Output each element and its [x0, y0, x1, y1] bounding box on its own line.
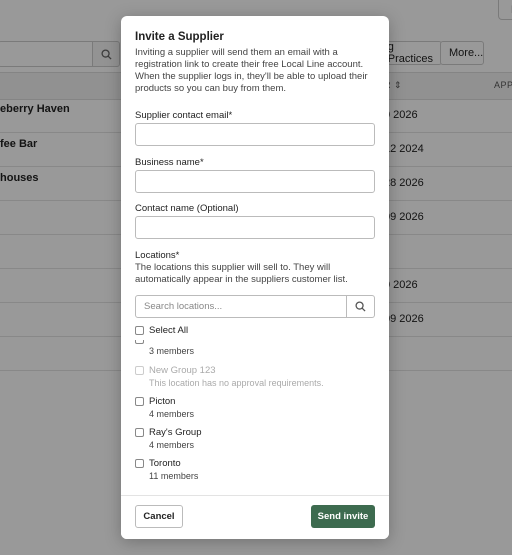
search-icon	[355, 301, 366, 312]
modal-title: Invite a Supplier	[135, 31, 224, 43]
cancel-button[interactable]: Cancel	[135, 505, 183, 528]
location-search-button[interactable]	[347, 295, 375, 318]
location-members: 3 members	[149, 346, 195, 356]
send-invite-button[interactable]: Send invite	[311, 505, 375, 528]
location-name: New Group 123	[149, 365, 216, 376]
modal-footer: Cancel Send invite	[121, 495, 389, 539]
select-all-checkbox[interactable]	[135, 326, 144, 335]
email-field[interactable]	[135, 123, 375, 146]
location-checkbox[interactable]	[135, 428, 144, 437]
location-checkbox-disabled	[135, 366, 144, 375]
select-all-label: Select All	[149, 325, 189, 336]
locations-label: Locations*	[135, 250, 180, 261]
location-members: 4 members	[149, 440, 195, 450]
location-checkbox[interactable]	[135, 340, 144, 344]
location-members: 11 members	[149, 471, 199, 481]
location-note: This location has no approval requiremen…	[149, 378, 324, 388]
business-name-field[interactable]	[135, 170, 375, 193]
contact-name-label: Contact name (Optional)	[135, 203, 239, 214]
location-checkbox[interactable]	[135, 459, 144, 468]
modal-intro-text: Inviting a supplier will send them an em…	[135, 47, 368, 94]
location-checkbox[interactable]	[135, 397, 144, 406]
location-members: 4 members	[149, 409, 195, 419]
location-name: Ray's Group	[149, 427, 202, 438]
modal-body: Invite a Supplier Inviting a supplier wi…	[121, 16, 389, 496]
location-name: Toronto	[149, 458, 181, 469]
location-search-input[interactable]	[135, 295, 347, 318]
invite-supplier-modal: Invite a Supplier Inviting a supplier wi…	[121, 16, 389, 539]
email-label: Supplier contact email*	[135, 110, 233, 121]
location-name: Picton	[149, 396, 176, 407]
business-name-label: Business name*	[135, 157, 204, 168]
contact-name-field[interactable]	[135, 216, 375, 239]
locations-help-text: The locations this supplier will sell to…	[135, 262, 348, 285]
